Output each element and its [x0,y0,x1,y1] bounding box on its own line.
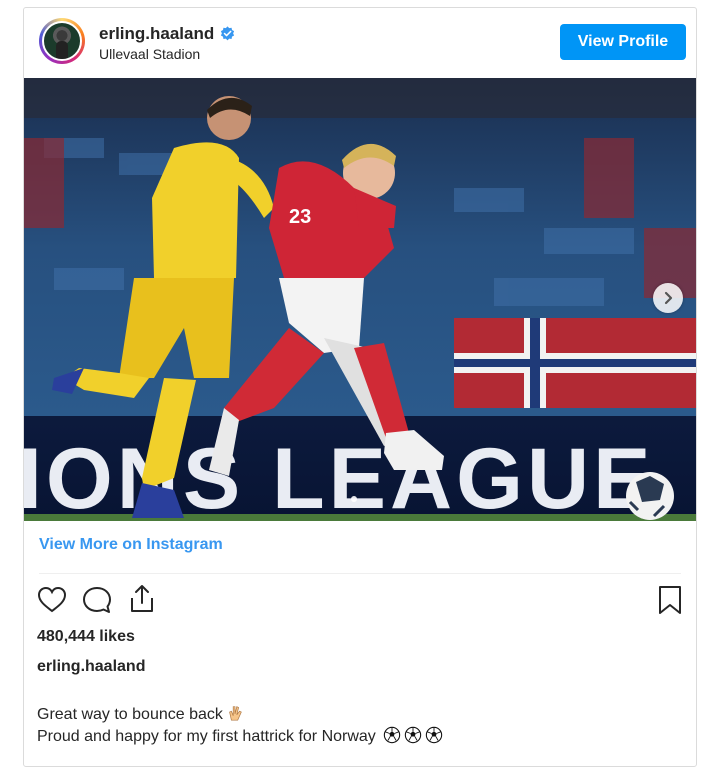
caption-text-1: Great way to bounce back [37,706,223,723]
soccer-ball-emoji [405,726,422,744]
soccer-ball-emoji [426,726,443,744]
photo-banner-text: IONS LEAGUE [24,431,655,521]
avatar-image [42,21,82,61]
photo-illustration: IONS LEAGUE 23 [24,78,696,521]
post-photo[interactable]: IONS LEAGUE 23 [24,78,696,521]
bookmark-icon[interactable] [656,584,684,616]
post-header: erling.haaland Ullevaal Stadion View Pro… [24,8,696,78]
caption-text-2: Proud and happy for my first hattrick fo… [37,728,376,745]
chevron-right-icon [664,291,673,305]
caption-username[interactable]: erling.haaland [37,658,145,676]
caption-line-2: Proud and happy for my first hattrick fo… [37,726,443,746]
soccer-ball-emoji [384,726,401,744]
avatar[interactable] [39,18,85,64]
view-more-link[interactable]: View More on Instagram [39,536,223,554]
comment-icon[interactable] [81,585,113,615]
hand-emoji [229,706,242,721]
caption-line-1: Great way to bounce back [37,704,244,724]
username[interactable]: erling.haaland [99,24,214,44]
next-slide-button[interactable] [653,283,683,313]
share-icon[interactable] [127,583,157,615]
heart-icon[interactable] [37,585,67,615]
carousel-dot [351,496,357,502]
divider [39,573,681,574]
likes-count[interactable]: 480,444 likes [37,628,135,646]
svg-text:23: 23 [289,206,311,228]
view-profile-button[interactable]: View Profile [560,24,686,60]
post-location[interactable]: Ullevaal Stadion [99,46,200,62]
instagram-embed-card: erling.haaland Ullevaal Stadion View Pro… [23,7,697,767]
verified-badge-icon [220,26,235,41]
